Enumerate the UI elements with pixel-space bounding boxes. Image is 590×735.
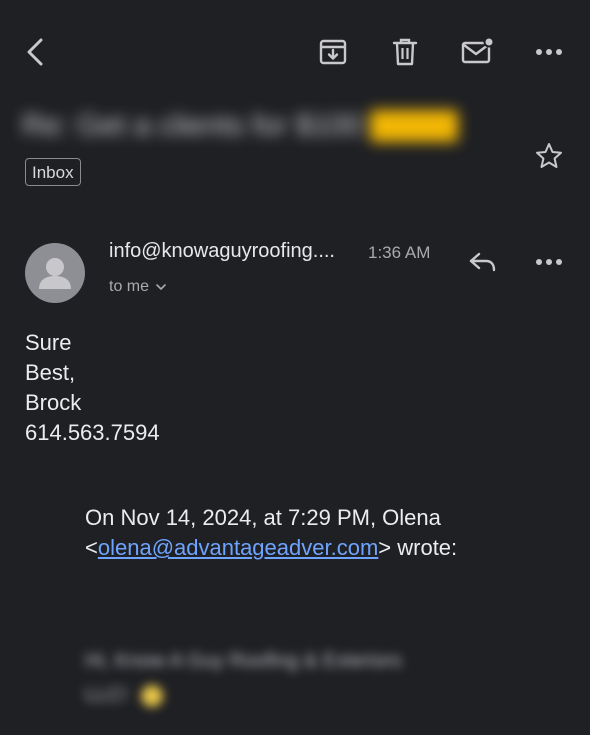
quoted-email-link[interactable]: olena@advantageadver.com [98,535,378,560]
sender-address[interactable]: info@knowaguyroofing.... [109,240,335,263]
default-person-icon [39,258,71,289]
star-button[interactable] [527,134,571,178]
subject-highlight [370,110,459,142]
recipient-text: to me [109,278,150,295]
inbox-label-text: Inbox [32,163,74,182]
reply-icon [469,252,496,272]
delete-button[interactable] [383,30,427,74]
inbox-label-chip[interactable]: Inbox [25,158,81,186]
body-line: Brock [25,390,82,415]
blurred-quote-line: LLC! [85,684,163,707]
quote-open-bracket: < [85,535,98,560]
quote-wrote: > wrote: [378,535,458,560]
archive-icon [319,39,347,65]
sent-time: 1:36 AM [368,243,431,262]
blurred-quote-text: LLC! [85,684,128,706]
email-subject-text: Re: Get a clients for $100 [22,109,363,142]
email-subject: Re: Get a clients for $100 [22,104,502,148]
more-horizontal-icon [536,259,562,265]
body-line: Best, [25,360,76,385]
more-horizontal-icon [536,49,562,55]
trash-icon [392,38,418,66]
star-outline-icon [536,143,562,168]
quoted-header-line: On Nov 14, 2024, at 7:29 PM, Olena [85,505,441,530]
chevron-left-icon [27,38,43,66]
blurred-quote-line: Hi, Know A Guy Roofing & Exteriors [85,650,402,672]
body-line: Sure [25,330,72,355]
recipient-toggle[interactable]: to me [109,278,167,296]
message-more-button[interactable] [527,240,571,284]
archive-button[interactable] [311,30,355,74]
emoji-icon [140,684,163,707]
phone-number[interactable]: 614.563.7594 [25,420,160,446]
quoted-header-sender: <olena@advantageadver.com> wrote: [85,535,457,561]
mail-unread-icon [461,37,494,64]
mark-unread-button[interactable] [455,30,499,74]
reply-button[interactable] [461,240,505,284]
back-button[interactable] [13,30,57,74]
sender-avatar[interactable] [25,243,85,303]
more-options-button[interactable] [527,30,571,74]
chevron-down-icon [156,284,166,290]
